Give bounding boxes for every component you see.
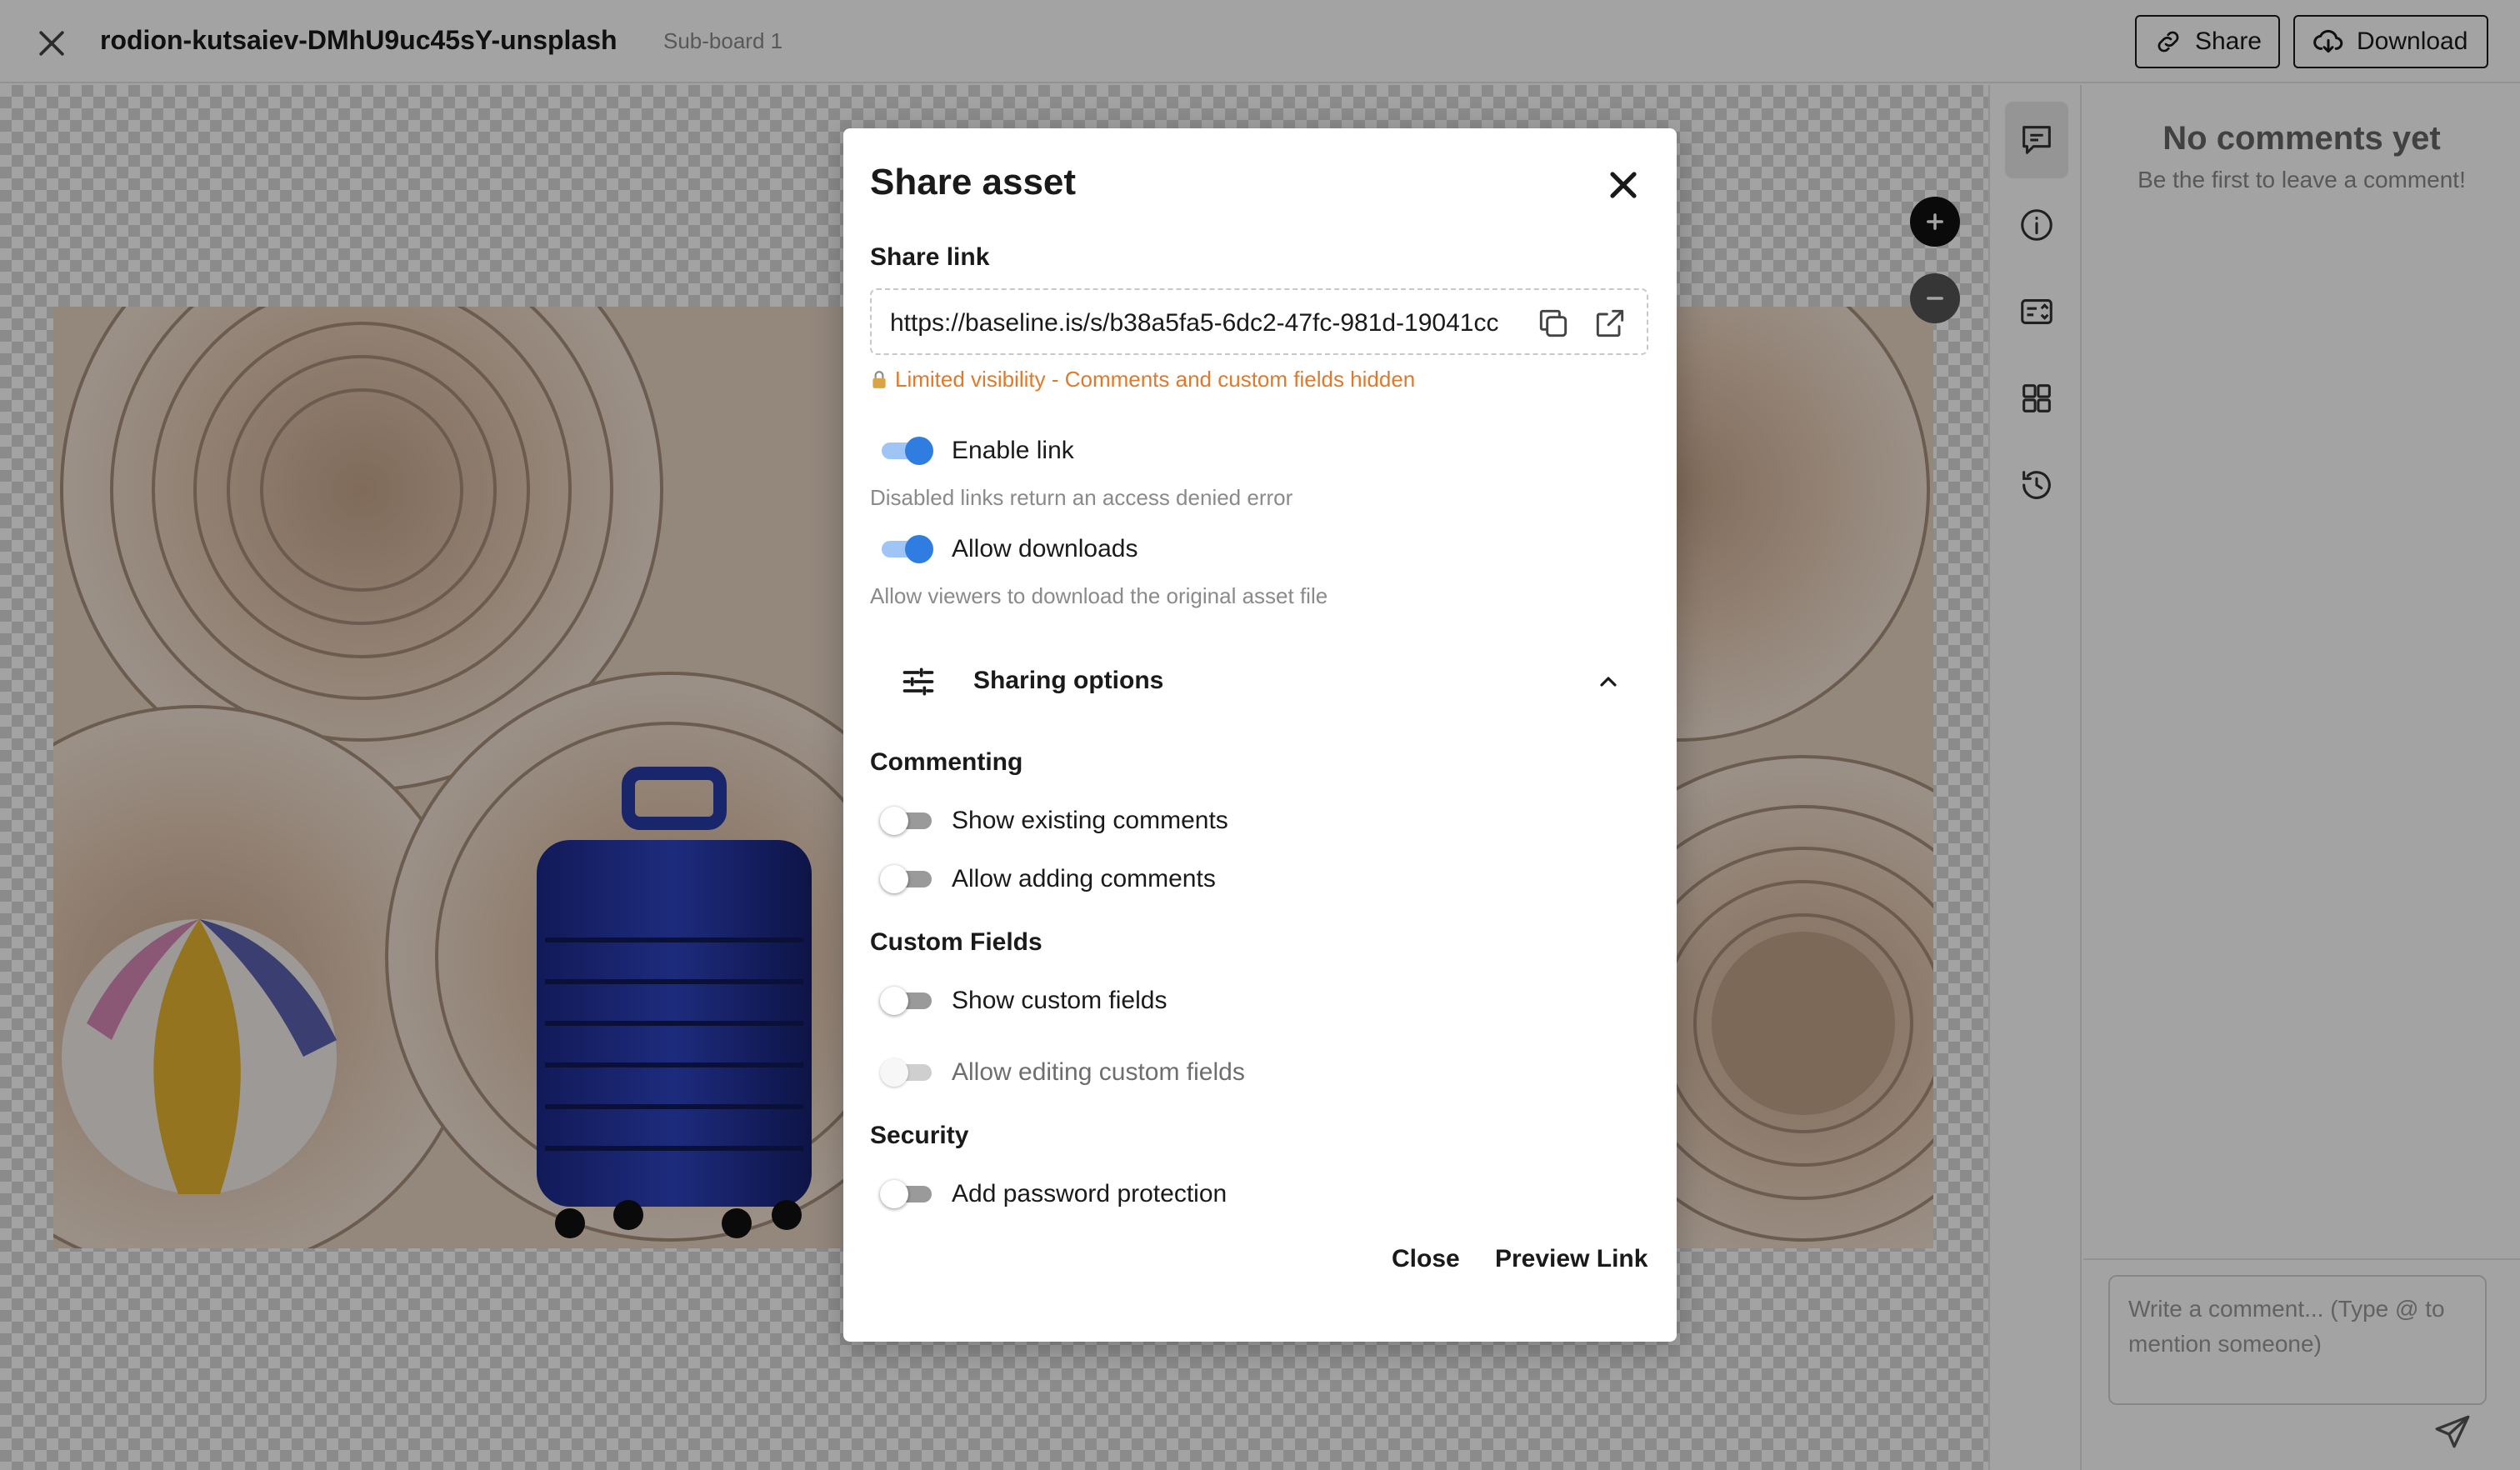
sharing-options-header[interactable]: Sharing options [870, 647, 1648, 717]
password-protection-row[interactable]: Add password protection [880, 1180, 1228, 1208]
commenting-heading: Commenting [870, 748, 1023, 776]
copy-icon[interactable] [1535, 305, 1572, 342]
visibility-warning: Limited visibility - Comments and custom… [870, 367, 1415, 392]
close-icon[interactable] [1602, 163, 1645, 207]
close-button[interactable]: Close [1392, 1245, 1460, 1273]
allow-downloads-label: Allow downloads [952, 535, 1138, 562]
custom-fields-heading: Custom Fields [870, 928, 1042, 956]
show-custom-fields-label: Show custom fields [952, 987, 1168, 1014]
chevron-up-icon[interactable] [1595, 668, 1622, 695]
allow-adding-comments-label: Allow adding comments [952, 865, 1216, 892]
show-custom-fields-row[interactable]: Show custom fields [880, 987, 1168, 1015]
enable-link-label: Enable link [952, 437, 1074, 464]
preview-link-button[interactable]: Preview Link [1495, 1245, 1648, 1273]
allow-downloads-helper: Allow viewers to download the original a… [870, 583, 1328, 608]
share-link-url[interactable]: https://baseline.is/s/b38a5fa5-6dc2-47fc… [890, 307, 1515, 340]
share-link-field[interactable]: https://baseline.is/s/b38a5fa5-6dc2-47fc… [870, 288, 1648, 355]
show-existing-comments-toggle[interactable] [880, 807, 932, 835]
security-heading: Security [870, 1122, 969, 1149]
lock-icon [872, 370, 886, 388]
enable-link-helper: Disabled links return an access denied e… [870, 485, 1293, 510]
allow-editing-custom-fields-label: Allow editing custom fields [952, 1058, 1245, 1086]
allow-adding-comments-toggle[interactable] [880, 865, 932, 893]
sharing-options-label: Sharing options [973, 667, 1164, 694]
dialog-title: Share asset [870, 162, 1077, 202]
sliders-icon [902, 668, 934, 696]
share-asset-dialog: Share asset Share link https://baseline.… [843, 128, 1677, 1342]
password-protection-label: Add password protection [952, 1180, 1228, 1208]
allow-adding-comments-row[interactable]: Allow adding comments [880, 865, 1216, 893]
show-existing-comments-row[interactable]: Show existing comments [880, 807, 1228, 835]
enable-link-toggle[interactable] [882, 437, 933, 465]
visibility-warning-text: Limited visibility - Comments and custom… [895, 367, 1416, 392]
enable-link-row[interactable]: Enable link [882, 437, 1074, 465]
password-protection-toggle[interactable] [880, 1180, 932, 1208]
allow-editing-custom-fields-toggle [880, 1058, 932, 1087]
share-link-label: Share link [870, 243, 990, 271]
allow-downloads-toggle[interactable] [882, 535, 933, 563]
external-link-icon[interactable] [1592, 305, 1628, 342]
show-custom-fields-toggle[interactable] [880, 987, 932, 1015]
allow-downloads-row[interactable]: Allow downloads [882, 535, 1138, 563]
app-root: rodion-kutsaiev-DMhU9uc45sY-unsplash Sub… [0, 0, 2520, 1470]
allow-editing-custom-fields-row: Allow editing custom fields [880, 1058, 1245, 1087]
show-existing-comments-label: Show existing comments [952, 807, 1228, 834]
